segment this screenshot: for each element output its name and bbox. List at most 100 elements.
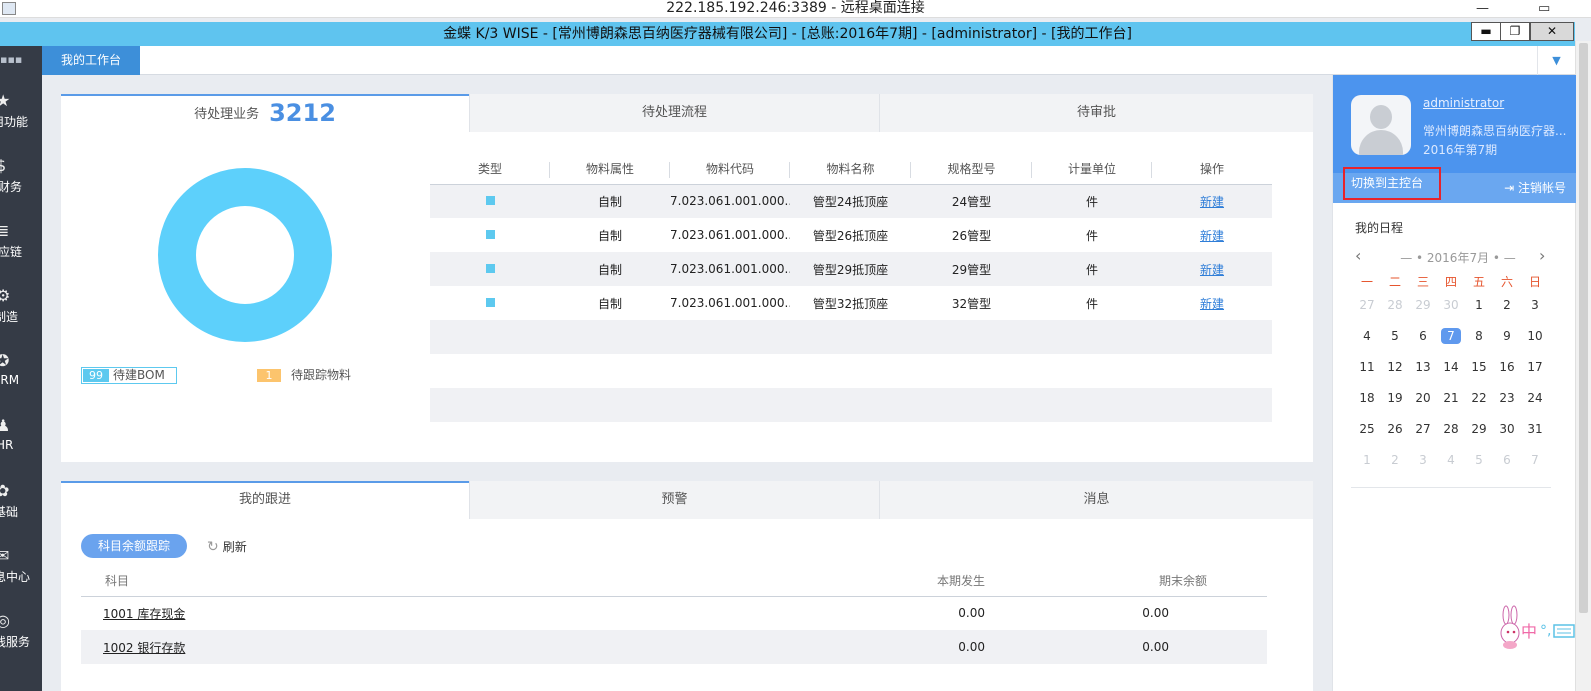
- rdp-minimize-button[interactable]: —: [1476, 0, 1489, 18]
- restore-button[interactable]: ❐: [1500, 22, 1530, 41]
- calendar-grid: 一 二 三 四 五 六 日 27 28 29 30 1 2 3 4 5 6 7 …: [1353, 272, 1563, 480]
- new-link[interactable]: 新建: [1200, 195, 1224, 209]
- sidebar-item-basic[interactable]: ✿ 基础: [0, 481, 42, 541]
- svg-text:°,: °,: [1540, 623, 1551, 639]
- scrollbar-thumb[interactable]: [1579, 43, 1588, 613]
- legend-item-bom[interactable]: 99 待建BOM: [81, 367, 177, 384]
- follow-tabs: 我的跟进 预警 消息: [61, 481, 1313, 519]
- table-row-empty: [430, 388, 1272, 422]
- rabbit-icon: 中 °,: [1500, 605, 1575, 649]
- col-attr: 物料属性: [550, 154, 670, 185]
- logout-icon: ⇥: [1504, 181, 1515, 195]
- rdp-app-icon: [2, 2, 16, 15]
- service-icon: ◎: [0, 611, 10, 630]
- app-title-bar: 金蝶 K/3 WISE - [常州博朗森思百纳医疗器械有限公司] - [总账:2…: [0, 22, 1575, 46]
- chevron-down-icon[interactable]: ▼: [1537, 46, 1575, 75]
- chevron-left-icon[interactable]: ‹: [1355, 247, 1361, 265]
- tab-bar: 我的工作台 ▼: [42, 46, 1575, 75]
- rdp-maximize-button[interactable]: ▭: [1538, 0, 1550, 18]
- tab-my-workbench[interactable]: 我的工作台: [42, 46, 140, 75]
- table-row-empty: [430, 320, 1272, 354]
- user-header: administrator 常州博朗森思百纳医疗器... 2016年第7期 切换…: [1333, 75, 1576, 203]
- col-code: 物料代码: [670, 154, 790, 185]
- switch-console-button[interactable]: 切换到主控台: [1343, 167, 1441, 200]
- sidebar-item-finance[interactable]: $ 财务: [0, 156, 42, 216]
- type-square-icon: [485, 264, 495, 273]
- ime-widget[interactable]: 中 °,: [1494, 603, 1578, 653]
- sidebar-item-crm[interactable]: ✪ CRM: [0, 351, 42, 411]
- pending-panel: 待处理业务 3212 待处理流程 待审批 99 待建BOM 1 待跟踪物料 类型 物料…: [61, 94, 1313, 462]
- sidebar-item-common[interactable]: ★ 用功能: [0, 91, 42, 151]
- sidebar-item-hr[interactable]: ♟ HR: [0, 416, 42, 476]
- account-balance-track-button[interactable]: 科目余额跟踪: [81, 534, 187, 558]
- scrollbar[interactable]: [1575, 41, 1591, 691]
- legend-item-tracking[interactable]: 1 待跟踪物料: [257, 367, 351, 384]
- account-link[interactable]: 1002 银行存款: [103, 641, 185, 655]
- sidebar-item-supply-chain[interactable]: ≣ 应链: [0, 221, 42, 281]
- refresh-button[interactable]: ↻ 刷新: [207, 539, 247, 555]
- tab-pending-process[interactable]: 待处理流程: [469, 94, 879, 132]
- dollar-icon: $: [0, 156, 7, 175]
- table-row[interactable]: 自制 7.023.061.001.000... 管型32抵顶座 32管型 件 新…: [430, 286, 1272, 320]
- new-link[interactable]: 新建: [1200, 229, 1224, 243]
- crm-icon: ✪: [0, 351, 10, 370]
- table-row[interactable]: 自制 7.023.061.001.000... 管型26抵顶座 26管型 件 新…: [430, 218, 1272, 252]
- app-title: 金蝶 K/3 WISE - [常州博朗森思百纳医疗器械有限公司] - [总账:2…: [443, 26, 1132, 42]
- table-row[interactable]: 自制 7.023.061.001.000... 管型24抵顶座 24管型 件 新…: [430, 184, 1272, 218]
- database-icon: ≣: [0, 221, 10, 240]
- user-name-link[interactable]: administrator: [1423, 96, 1504, 110]
- tab-messages[interactable]: 消息: [879, 481, 1313, 519]
- donut-segment-bom[interactable]: [158, 168, 332, 342]
- sidebar-item-message-center[interactable]: ✉ 息中心: [0, 546, 42, 606]
- mail-icon: ✉: [0, 546, 10, 565]
- logout-button[interactable]: ⇥ 注销帐号: [1504, 179, 1566, 196]
- refresh-icon: ↻: [207, 539, 219, 555]
- calendar-month: 2016年7月: [1426, 251, 1490, 265]
- col-type: 类型: [430, 154, 550, 185]
- calendar-today[interactable]: 7: [1437, 325, 1465, 356]
- tab-pending-business[interactable]: 待处理业务 3212: [61, 94, 469, 132]
- type-square-icon: [485, 230, 495, 239]
- col-name: 物料名称: [790, 154, 911, 185]
- schedule-title: 我的日程: [1355, 221, 1404, 235]
- people-icon: ♟: [0, 416, 11, 435]
- calendar-week: 4 5 6 7 8 9 10: [1353, 325, 1563, 356]
- close-button[interactable]: ✕: [1530, 22, 1574, 41]
- table-header-row: 类型 物料属性 物料代码 物料名称 规格型号 计量单位 操作: [430, 154, 1272, 185]
- sidebar: ▪▪▪ ★ 用功能 $ 财务 ≣ 应链 ⚙ 制造 ✪ CRM ♟ HR ✿ 基础…: [0, 46, 42, 691]
- col-spec: 规格型号: [911, 154, 1032, 185]
- table-row-empty: [430, 354, 1272, 388]
- chevron-right-icon[interactable]: ›: [1539, 247, 1545, 265]
- tab-my-follow[interactable]: 我的跟进: [61, 481, 469, 519]
- grid-icon[interactable]: ▪▪▪: [0, 54, 22, 66]
- new-link[interactable]: 新建: [1200, 297, 1224, 311]
- minimize-button[interactable]: ▬: [1471, 22, 1501, 41]
- follow-panel: 我的跟进 预警 消息 科目余额跟踪 ↻ 刷新 科目 本期发生 期末余额 1001 …: [61, 481, 1313, 691]
- sidebar-item-online-service[interactable]: ◎ 线服务: [0, 611, 42, 671]
- tab-pending-approval[interactable]: 待审批: [879, 94, 1313, 132]
- calendar-week: 27 28 29 30 1 2 3: [1359, 298, 1539, 312]
- table-row[interactable]: 1002 银行存款 0.00 0.00: [81, 630, 1267, 664]
- col-subject: 科目: [81, 566, 741, 597]
- pending-donut-chart: [158, 168, 332, 342]
- table-row[interactable]: 自制 7.023.061.001.000... 管型29抵顶座 29管型 件 新…: [430, 252, 1272, 286]
- table-header-row: 科目 本期发生 期末余额: [81, 566, 1267, 597]
- table-row[interactable]: 1001 库存现金 0.00 0.00: [81, 596, 1267, 630]
- sidebar-item-manufacturing[interactable]: ⚙ 制造: [0, 286, 42, 346]
- avatar[interactable]: [1351, 95, 1411, 155]
- col-op: 操作: [1152, 154, 1272, 185]
- pending-table: 类型 物料属性 物料代码 物料名称 规格型号 计量单位 操作 自制 7.023.…: [430, 154, 1272, 422]
- rdp-title-bar: 222.185.192.246:3389 - 远程桌面连接: [0, 0, 1591, 18]
- calendar-week: 11 12 13 14 15 16 17: [1359, 360, 1543, 374]
- type-square-icon: [485, 298, 495, 307]
- tab-warning[interactable]: 预警: [469, 481, 879, 519]
- account-link[interactable]: 1001 库存现金: [103, 607, 185, 621]
- type-square-icon: [485, 196, 495, 206]
- user-panel: administrator 常州博朗森思百纳医疗器... 2016年第7期 切换…: [1332, 75, 1576, 691]
- rdp-title: 222.185.192.246:3389 - 远程桌面连接: [666, 0, 925, 16]
- settings-icon: ✿: [0, 481, 10, 500]
- calendar-header: ‹ — • 2016年7月 • — ›: [1355, 246, 1546, 266]
- calendar-week: 25 26 27 28 29 30 31: [1359, 422, 1543, 436]
- new-link[interactable]: 新建: [1200, 263, 1224, 277]
- svg-text:中: 中: [1521, 622, 1537, 641]
